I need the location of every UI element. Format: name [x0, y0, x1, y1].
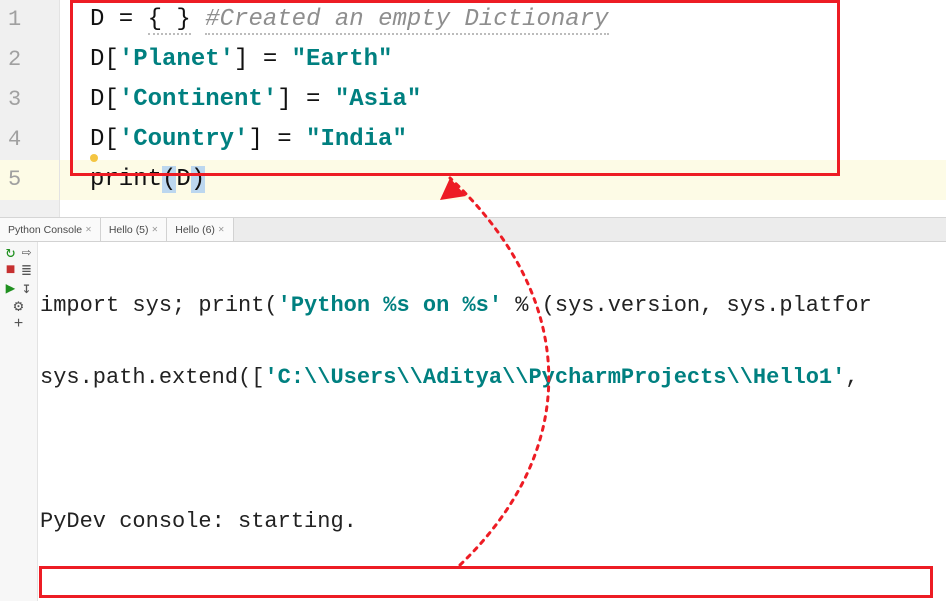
identifier: D[ — [90, 46, 119, 73]
operator: ] = — [277, 86, 335, 113]
function-call: print — [90, 166, 162, 193]
code-area[interactable]: D = { } #Created an empty Dictionary D['… — [60, 0, 946, 217]
string: 'Country' — [119, 126, 249, 153]
line-number: 3 — [0, 80, 59, 120]
tab-label: Hello (5) — [109, 224, 149, 236]
string: 'Continent' — [119, 86, 277, 113]
braces: { } — [148, 6, 191, 35]
close-icon[interactable]: ✕ — [218, 225, 225, 234]
console-toolbar: ↻ ⇨ ■ ≣ ▶ ↧ ⚙ + — [0, 242, 38, 601]
tab-python-console[interactable]: Python Console✕ — [0, 218, 101, 241]
tab-hello-6[interactable]: Hello (6)✕ — [167, 218, 233, 241]
output-toggle-icon[interactable]: ⇨ — [21, 246, 33, 258]
run-icon[interactable]: ▶ — [5, 282, 17, 294]
console-output[interactable]: import sys; print('Python %s on %s' % (s… — [38, 242, 946, 601]
whitespace — [191, 6, 205, 33]
paren: ( — [162, 166, 176, 193]
tab-label: Hello (6) — [175, 224, 215, 236]
string: "Asia" — [335, 86, 421, 113]
scroll-icon[interactable]: ↧ — [21, 282, 33, 294]
console-line — [40, 576, 946, 601]
console-line: sys.path.extend(['C:\\Users\\Aditya\\Pyc… — [40, 360, 946, 396]
line-number: 2 — [0, 40, 59, 80]
console-line — [40, 432, 946, 468]
tool-tabs: Python Console✕ Hello (5)✕ Hello (6)✕ — [0, 218, 946, 242]
close-icon[interactable]: ✕ — [152, 225, 159, 234]
line-number: 5 — [0, 160, 59, 200]
operator: ] = — [248, 126, 306, 153]
paren: ) — [191, 166, 205, 193]
code-line[interactable]: D['Country'] = "India" — [60, 120, 946, 160]
identifier: D[ — [90, 126, 119, 153]
rerun-icon[interactable]: ↻ — [5, 246, 17, 258]
close-icon[interactable]: ✕ — [85, 225, 92, 234]
code-line[interactable]: D['Continent'] = "Asia" — [60, 80, 946, 120]
line-number: 4 — [0, 120, 59, 160]
code-editor[interactable]: 1 2 3 4 5 D = { } #Created an empty Dict… — [0, 0, 946, 218]
comment: #Created an empty Dictionary — [205, 6, 608, 35]
code-line[interactable]: print(D) — [60, 160, 946, 200]
operator: ] = — [234, 46, 292, 73]
code-line[interactable]: D['Planet'] = "Earth" — [60, 40, 946, 80]
identifier: D — [90, 6, 104, 33]
operator: = — [104, 6, 147, 33]
new-console-icon[interactable]: + — [13, 318, 25, 330]
stop-icon[interactable]: ■ — [5, 264, 17, 276]
identifier: D — [176, 166, 190, 193]
softwrap-icon[interactable]: ≣ — [21, 264, 33, 276]
console-pane: ↻ ⇨ ■ ≣ ▶ ↧ ⚙ + import sys; print('Pytho… — [0, 242, 946, 601]
settings-icon[interactable]: ⚙ — [13, 300, 25, 312]
console-line: PyDev console: starting. — [40, 504, 946, 540]
code-line[interactable]: D = { } #Created an empty Dictionary — [60, 0, 946, 40]
tab-label: Python Console — [8, 224, 82, 236]
console-line: import sys; print('Python %s on %s' % (s… — [40, 288, 946, 324]
line-number: 1 — [0, 0, 59, 40]
string: "India" — [306, 126, 407, 153]
string: 'Planet' — [119, 46, 234, 73]
gutter: 1 2 3 4 5 — [0, 0, 60, 217]
tab-hello-5[interactable]: Hello (5)✕ — [101, 218, 167, 241]
string: "Earth" — [292, 46, 393, 73]
identifier: D[ — [90, 86, 119, 113]
